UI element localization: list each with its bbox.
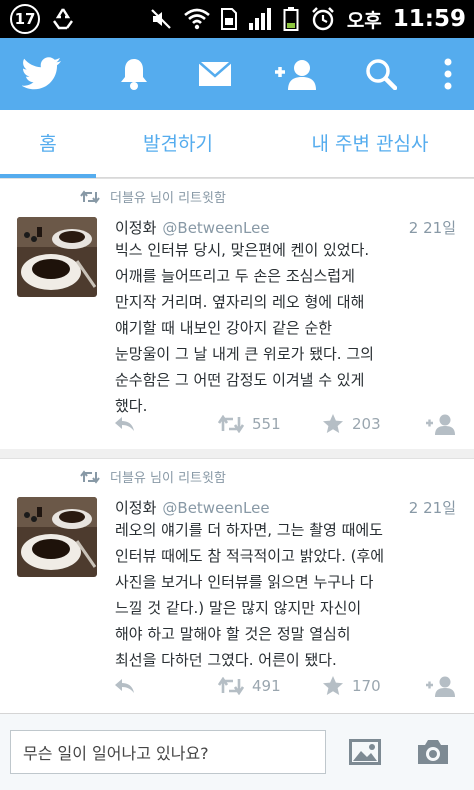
notification-count-badge: 17 [10, 4, 40, 34]
recycle-icon [53, 8, 73, 30]
alarm-clock-icon [311, 7, 334, 31]
messages-envelope-icon[interactable] [197, 38, 233, 110]
photo-gallery-button[interactable] [347, 730, 383, 774]
tweet-actions: 491 170 [0, 671, 474, 701]
notifications-bell-icon[interactable] [116, 38, 152, 110]
retweet-note: 더블유 님이 리트윗함 [80, 467, 226, 486]
action-bar [0, 38, 474, 110]
battery-icon [283, 7, 299, 31]
tab-nearby-interests-label: 내 주변 관심사 [311, 132, 429, 155]
tweet-author-name[interactable]: 이정화 [115, 219, 156, 237]
search-icon[interactable] [363, 38, 399, 110]
reply-icon [115, 417, 134, 431]
tweet-text: 레오의 얘기를 더 하자면, 그는 촬영 때에도 인터뷰 때에도 참 적극적이고… [115, 521, 385, 669]
tweet-actions: 551 203 [0, 409, 474, 439]
clock-time: 11:59 [392, 6, 466, 32]
tweet-author-name[interactable]: 이정화 [115, 499, 156, 517]
tweet-date: 2 21일 [408, 219, 456, 237]
follow-author-button[interactable] [425, 671, 457, 701]
compose-tweet-input[interactable]: 무슨 일이 일어나고 있나요? [10, 730, 326, 774]
tweet-item[interactable]: 더블유 님이 리트윗함 이정화 @BetweenLee 2 21일 레오의 얘기를… [0, 458, 474, 713]
reply-button[interactable] [113, 409, 135, 439]
tab-home[interactable]: 홈 [0, 110, 96, 174]
tweet-author-handle[interactable]: @BetweenLee [162, 499, 269, 517]
favorite-count: 170 [352, 677, 381, 695]
add-user-icon[interactable] [272, 38, 320, 110]
retweet-icon [80, 469, 100, 484]
reply-icon [115, 679, 134, 693]
retweet-icon [218, 415, 244, 433]
reply-button[interactable] [113, 671, 135, 701]
tab-nearby-interests[interactable]: 내 주변 관심사 [280, 110, 460, 174]
favorite-button[interactable]: 170 [322, 671, 381, 701]
overflow-menu-icon[interactable] [438, 38, 458, 110]
compose-bar: 무슨 일이 일어나고 있나요? [0, 713, 474, 790]
wifi-icon [183, 8, 210, 30]
retweet-button[interactable]: 551 [218, 409, 281, 439]
add-user-icon [426, 414, 455, 435]
favorite-count: 203 [352, 415, 381, 433]
favorite-button[interactable]: 203 [322, 409, 381, 439]
tab-bar: 홈 발견하기 내 주변 관심사 [0, 110, 474, 178]
tweet-header: 이정화 @BetweenLee 2 21일 [115, 497, 460, 519]
avatar[interactable] [17, 497, 97, 577]
twitter-bird-icon[interactable] [20, 38, 64, 110]
tweet-header: 이정화 @BetweenLee 2 21일 [115, 217, 460, 239]
star-icon [323, 676, 343, 695]
status-bar: 17 오후 11:59 [0, 0, 474, 38]
retweet-button[interactable]: 491 [218, 671, 281, 701]
camera-button[interactable] [415, 730, 451, 774]
compose-placeholder: 무슨 일이 일어나고 있나요? [23, 744, 209, 763]
signal-strength-icon [248, 8, 271, 30]
tab-discover-label: 발견하기 [143, 132, 213, 155]
follow-author-button[interactable] [425, 409, 457, 439]
retweet-count: 491 [252, 677, 281, 695]
retweet-note-text: 더블유 님이 리트윗함 [110, 471, 226, 486]
tab-home-label: 홈 [39, 132, 57, 155]
mute-icon [151, 9, 171, 29]
retweet-icon [218, 677, 244, 695]
add-user-icon [426, 676, 455, 697]
tab-discover[interactable]: 발견하기 [110, 110, 246, 174]
tweet-text: 빅스 인터뷰 당시, 맞은편에 켄이 있었다. 어깨를 늘어뜨리고 두 손은 조… [115, 241, 374, 415]
tweet-date: 2 21일 [408, 499, 456, 517]
star-icon [323, 414, 343, 433]
avatar[interactable] [17, 217, 97, 297]
am-pm-label: 오후 [346, 9, 382, 32]
photo-gallery-icon [349, 739, 381, 765]
retweet-note: 더블유 님이 리트윗함 [80, 187, 226, 206]
retweet-note-text: 더블유 님이 리트윗함 [110, 191, 226, 206]
camera-icon [418, 740, 448, 764]
retweet-count: 551 [252, 415, 281, 433]
timeline[interactable]: 더블유 님이 리트윗함 이정화 @BetweenLee 2 21일 빅스 인터뷰 … [0, 178, 474, 713]
retweet-icon [80, 189, 100, 204]
tweet-author-handle[interactable]: @BetweenLee [162, 219, 269, 237]
tweet-item[interactable]: 더블유 님이 리트윗함 이정화 @BetweenLee 2 21일 빅스 인터뷰 … [0, 178, 474, 449]
sim-card-icon [220, 8, 237, 30]
